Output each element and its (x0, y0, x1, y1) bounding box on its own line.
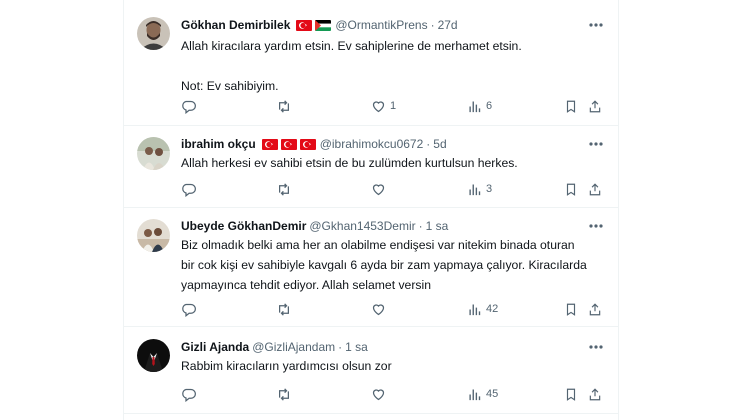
tweet-text: Biz olmadık belki ama her an olabilme en… (181, 235, 601, 295)
tweet-3[interactable]: Ubeyde GökhanDemir @Gkhan1453Demir · 1 s… (124, 207, 618, 327)
share-button[interactable] (588, 386, 602, 402)
bookmark-icon (566, 100, 576, 113)
tweet-text-line: Not: Ev sahibiyim. (181, 79, 279, 93)
view-count: 3 (486, 183, 493, 195)
views-button[interactable]: 6 (467, 98, 492, 114)
more-options-icon[interactable] (586, 342, 606, 352)
timestamp[interactable]: 1 sa (426, 219, 449, 233)
tweet-text-line: yapmayınca tehdit ediyor. Allah selamet … (181, 278, 431, 292)
reply-icon (182, 183, 196, 197)
views-chart-icon (469, 389, 481, 400)
share-icon (589, 182, 601, 195)
bookmark-icon (566, 183, 576, 196)
action-bar: 42 (181, 301, 606, 317)
share-button[interactable] (588, 301, 602, 317)
views-button[interactable]: 3 (467, 181, 492, 197)
bookmark-icon (566, 388, 576, 401)
share-icon (589, 387, 601, 400)
tweet-4[interactable]: Gizli Ajanda @GizliAjandam · 1 sa Rabbim… (124, 326, 618, 414)
action-bar: 1 6 (181, 98, 606, 114)
action-bar: 45 (181, 386, 606, 402)
tweet-text-line (181, 56, 601, 76)
action-bar: 3 (181, 181, 606, 197)
views-chart-icon (469, 184, 481, 195)
repost-icon (279, 182, 289, 196)
more-options-icon[interactable] (586, 20, 606, 30)
share-button[interactable] (588, 181, 602, 197)
tweet-text-line: Allah herkesi ev sahibi etsin de bu zulü… (181, 156, 518, 170)
share-icon (589, 302, 601, 315)
heart-icon (372, 183, 385, 195)
like-button[interactable] (371, 181, 390, 197)
heart-icon (372, 303, 385, 315)
like-button[interactable]: 1 (371, 98, 396, 114)
reply-button[interactable] (181, 181, 200, 197)
avatar[interactable] (137, 219, 170, 252)
views-button[interactable]: 42 (467, 301, 498, 317)
avatar[interactable] (137, 137, 170, 170)
reply-button[interactable] (181, 301, 200, 317)
more-options-icon[interactable] (586, 221, 606, 231)
reply-icon (182, 388, 196, 402)
turkey-flag-icon (296, 19, 313, 31)
reply-button[interactable] (181, 386, 200, 402)
repost-button[interactable] (276, 98, 296, 114)
tweet-2[interactable]: ibrahim okçu @ibrahimokcu0672 · 5d Allah… (124, 125, 618, 208)
view-count: 42 (486, 303, 499, 315)
tweet-text-line: Biz olmadık belki ama her an olabilme en… (181, 238, 575, 252)
bookmark-button[interactable] (564, 301, 578, 317)
views-chart-icon (469, 101, 481, 112)
tweet-1[interactable]: Gökhan Demirbilek @OrmantikPrens · 27d A… (124, 0, 618, 126)
view-count: 6 (486, 100, 493, 112)
repost-icon (279, 99, 289, 113)
avatar[interactable] (137, 17, 170, 50)
more-options-icon[interactable] (586, 139, 606, 149)
author-name[interactable]: ibrahim okçu (181, 137, 256, 151)
timestamp[interactable]: 1 sa (345, 340, 368, 354)
share-button[interactable] (588, 98, 602, 114)
share-icon (589, 99, 601, 112)
repost-icon (279, 387, 289, 401)
heart-icon (372, 100, 385, 112)
author-name[interactable]: Gökhan Demirbilek (181, 18, 290, 32)
timestamp[interactable]: 27d (438, 18, 458, 32)
author-name[interactable]: Ubeyde GökhanDemir (181, 219, 306, 233)
turkey-flag-icon (261, 138, 278, 150)
avatar[interactable] (137, 339, 170, 372)
author-handle[interactable]: @ibrahimokcu0672 (320, 137, 424, 151)
timeline: Gökhan Demirbilek @OrmantikPrens · 27d A… (123, 0, 619, 420)
views-button[interactable]: 45 (467, 386, 498, 402)
author-handle[interactable]: @GizliAjandam (252, 340, 335, 354)
like-count: 1 (390, 100, 397, 112)
heart-icon (372, 388, 385, 400)
reply-button[interactable] (181, 98, 200, 114)
palestine-flag-icon (315, 19, 332, 31)
bookmark-button[interactable] (564, 98, 578, 114)
repost-button[interactable] (276, 301, 296, 317)
bookmark-icon (566, 303, 576, 316)
timestamp[interactable]: 5d (433, 137, 446, 151)
bookmark-button[interactable] (564, 181, 578, 197)
view-count: 45 (486, 388, 499, 400)
repost-button[interactable] (276, 386, 296, 402)
repost-icon (279, 302, 289, 316)
like-button[interactable] (371, 386, 390, 402)
tweet-text-line: Allah kiracılara yardım etsin. Ev sahipl… (181, 39, 522, 53)
tweet-text-line: Rabbim kiracıların yardımcısı olsun zor (181, 359, 392, 373)
repost-button[interactable] (276, 181, 296, 197)
like-button[interactable] (371, 301, 390, 317)
author-handle[interactable]: @Gkhan1453Demir (309, 219, 415, 233)
tweet-text: Rabbim kiracıların yardımcısı olsun zor (181, 356, 601, 376)
tweet-text: Allah herkesi ev sahibi etsin de bu zulü… (181, 153, 601, 173)
reply-icon (182, 100, 196, 114)
views-chart-icon (469, 304, 481, 315)
reply-icon (182, 303, 196, 317)
bookmark-button[interactable] (564, 386, 578, 402)
turkey-flag-icon (280, 138, 297, 150)
author-name[interactable]: Gizli Ajanda (181, 340, 249, 354)
tweet-text: Allah kiracılara yardım etsin. Ev sahipl… (181, 36, 601, 96)
turkey-flag-icon (299, 138, 316, 150)
tweet-text-line: bir cok kişi ev sahibiyle kavgalı 6 ayda… (181, 258, 587, 272)
author-handle[interactable]: @OrmantikPrens (335, 18, 427, 32)
